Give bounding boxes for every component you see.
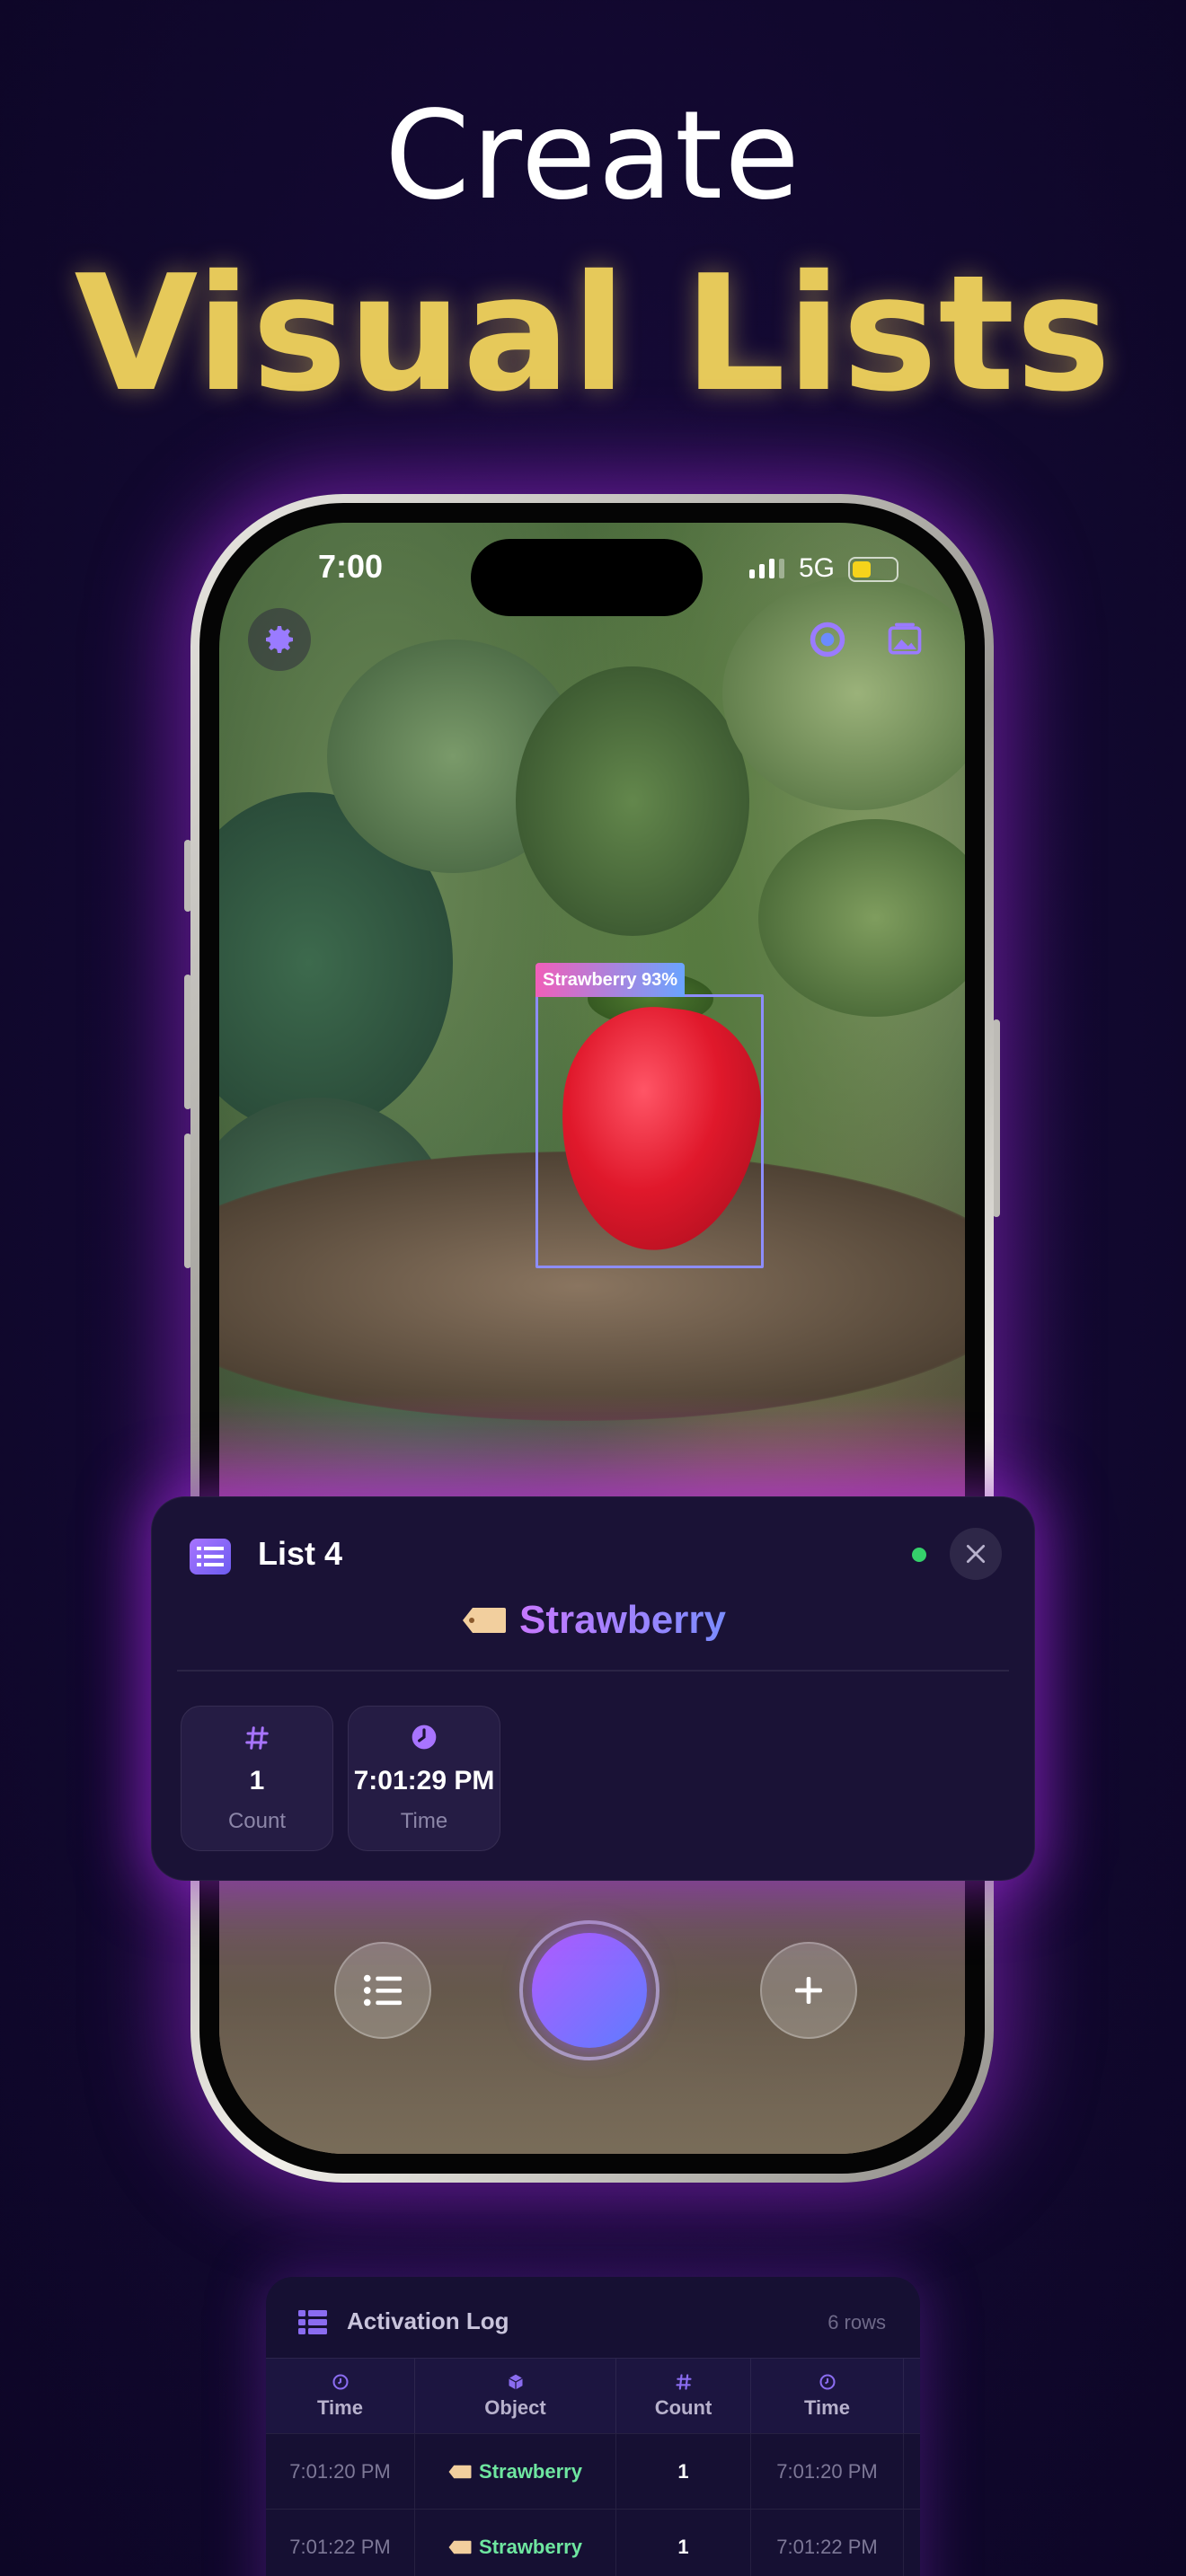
cube-icon: [508, 2374, 523, 2389]
plus-icon: [795, 1977, 822, 2004]
settings-button[interactable]: [248, 608, 311, 671]
tag-icon: [448, 2465, 472, 2478]
table-row[interactable]: 7:01:20 PM Strawberry 1 7:01:20 PM: [266, 2433, 920, 2509]
switch-model-button[interactable]: [796, 608, 859, 671]
table-row[interactable]: 7:01:22 PM Strawberry 1 7:01:22 PM: [266, 2509, 920, 2576]
header-time[interactable]: Time: [266, 2359, 415, 2433]
phone-frame: Strawberry 93% 7:00 5G: [190, 494, 994, 2183]
stat-time-value: 7:01:29 PM: [353, 1766, 495, 1795]
leaf-shape: [516, 666, 749, 936]
object-name: Strawberry: [519, 1598, 726, 1642]
live-indicator: [912, 1548, 926, 1562]
cell-time-2: 7:01:22 PM: [776, 2535, 878, 2558]
cell-count: 1: [677, 2459, 689, 2483]
cell-object: Strawberry: [448, 2460, 582, 2483]
tag-icon: [448, 2540, 472, 2554]
clock-icon: [819, 2373, 836, 2390]
stat-time: 7:01:29 PM Time: [348, 1706, 500, 1851]
divider: [177, 1670, 1009, 1672]
log-title: Activation Log: [347, 2307, 509, 2334]
dynamic-island: [471, 539, 703, 616]
clock-icon: [332, 2373, 349, 2390]
photo-icon: [888, 622, 922, 655]
leaf-shape: [758, 819, 965, 1017]
stat-count-label: Count: [227, 1809, 287, 1833]
signal-icon: [749, 559, 784, 578]
cell-time-2: 7:01:20 PM: [776, 2459, 878, 2483]
network-type: 5G: [799, 553, 836, 583]
stat-time-label: Time: [400, 1809, 448, 1833]
close-icon: [966, 1544, 986, 1564]
header-count[interactable]: Count: [616, 2359, 751, 2433]
model-icon: [810, 622, 845, 657]
detection-label: Strawberry 93%: [535, 963, 686, 997]
headline-visual-lists: Visual Lists: [74, 241, 1112, 427]
detection-box: [535, 994, 764, 1268]
tag-icon: [463, 1608, 507, 1633]
object-row: Strawberry: [152, 1598, 1036, 1643]
phone-power-button: [993, 1019, 1000, 1217]
gallery-button[interactable]: [873, 608, 936, 671]
shutter-button[interactable]: [519, 1920, 659, 2060]
hash-icon: [245, 1726, 269, 1750]
list-title: List 4: [258, 1535, 343, 1572]
cell-count: 1: [677, 2535, 689, 2558]
stat-count-value: 1: [249, 1766, 265, 1795]
camera-gradient-overlay: [219, 1394, 965, 1502]
shutter-core: [532, 1933, 647, 2048]
phone-bezel: Strawberry 93% 7:00 5G: [199, 503, 985, 2174]
list-icon: [190, 1539, 231, 1575]
close-button[interactable]: [950, 1528, 1002, 1580]
table-icon: [298, 2310, 327, 2334]
gear-icon: [266, 626, 293, 653]
list-icon: [363, 1974, 403, 2007]
cell-time: 7:01:22 PM: [289, 2535, 391, 2558]
lists-button[interactable]: [334, 1942, 431, 2039]
header-time-2[interactable]: Time: [751, 2359, 904, 2433]
list-card: List 4 Strawberry 1 Count 7:01:29 PM Tim…: [151, 1496, 1035, 1881]
clock-icon: [412, 1725, 437, 1750]
cell-time: 7:01:20 PM: [289, 2459, 391, 2483]
camera-view[interactable]: Strawberry 93% 7:00 5G: [219, 523, 965, 2154]
add-button[interactable]: [760, 1942, 857, 2039]
activation-log: Activation Log 6 rows Time Object Count …: [266, 2277, 920, 2576]
cell-object: Strawberry: [448, 2536, 582, 2559]
headline-create: Create: [385, 85, 801, 227]
header-object[interactable]: Object: [415, 2359, 616, 2433]
battery-icon: [848, 557, 898, 582]
status-time: 7:00: [318, 548, 384, 585]
hash-icon: [675, 2373, 692, 2390]
stat-count: 1 Count: [181, 1706, 333, 1851]
log-table: Time Object Count Time 7:01:20 PM Strawb…: [266, 2358, 920, 2576]
table-header: Time Object Count Time: [266, 2358, 920, 2433]
log-row-count: 6 rows: [828, 2311, 886, 2333]
